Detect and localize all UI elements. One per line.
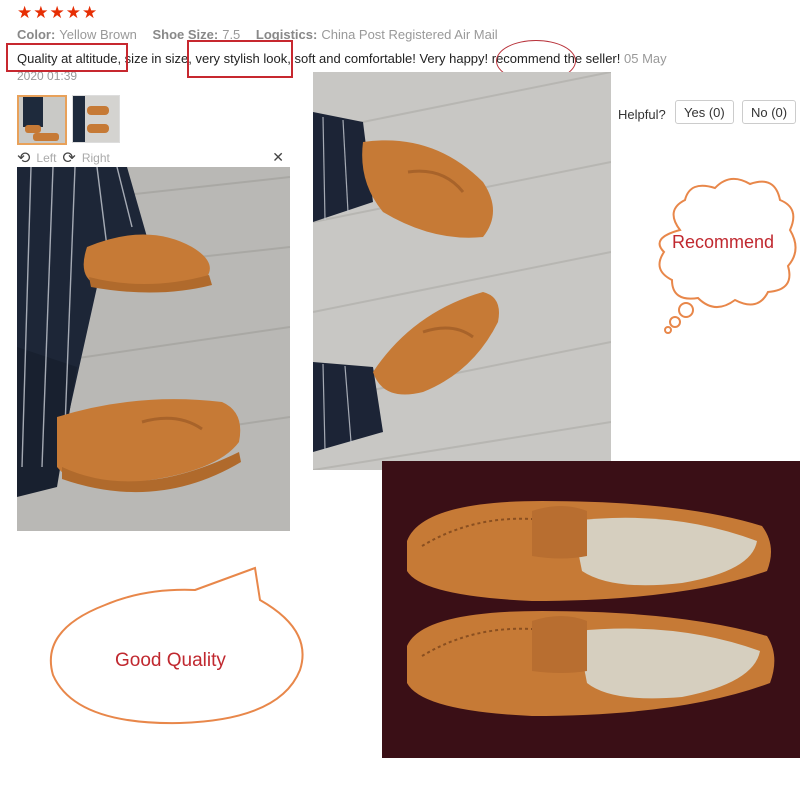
thumbnail-2-image — [73, 96, 119, 142]
image-viewer-toolbar: ⟲ Left ⟳ Right ✕ — [17, 149, 290, 167]
helpful-no-button[interactable]: No (0) — [742, 100, 797, 124]
rating-stars: ★★★★★ — [17, 3, 99, 22]
shoe-photo-legs — [17, 167, 290, 531]
helpful-yes-button[interactable]: Yes (0) — [675, 100, 734, 124]
thumbnail-1-image — [19, 97, 65, 143]
shoe-pair-photo — [382, 461, 800, 758]
rotate-left-label[interactable]: Left — [36, 151, 56, 165]
thumbnail-1[interactable] — [17, 95, 67, 145]
thumbnail-2[interactable] — [72, 95, 120, 143]
review-photo-second — [313, 72, 611, 470]
rotate-right-icon[interactable]: ⟳ — [62, 148, 75, 168]
logistics-value: China Post Registered Air Mail — [321, 27, 498, 42]
review-photo-main — [17, 167, 290, 531]
color-value: Yellow Brown — [59, 27, 137, 42]
shoe-photo-topview — [313, 72, 611, 470]
good-quality-callout-text: Good Quality — [115, 650, 226, 671]
recommend-callout-text: Recommend — [672, 232, 775, 252]
rotate-right-label[interactable]: Right — [82, 151, 110, 165]
highlight-box-quality — [6, 43, 128, 72]
review-part-comfortable: soft and comfortable! Very happy! — [290, 51, 492, 66]
review-part-size: size in size, — [121, 51, 196, 66]
helpful-label: Helpful? — [618, 107, 666, 122]
highlight-box-stylish — [187, 40, 293, 78]
rotate-left-icon[interactable]: ⟲ — [17, 148, 30, 168]
good-quality-speech-bubble — [49, 566, 304, 725]
color-label: Color: — [17, 27, 56, 42]
review-date: 05 May — [624, 51, 667, 66]
close-icon[interactable]: ✕ — [272, 149, 284, 166]
review-photo-pair — [382, 461, 800, 758]
